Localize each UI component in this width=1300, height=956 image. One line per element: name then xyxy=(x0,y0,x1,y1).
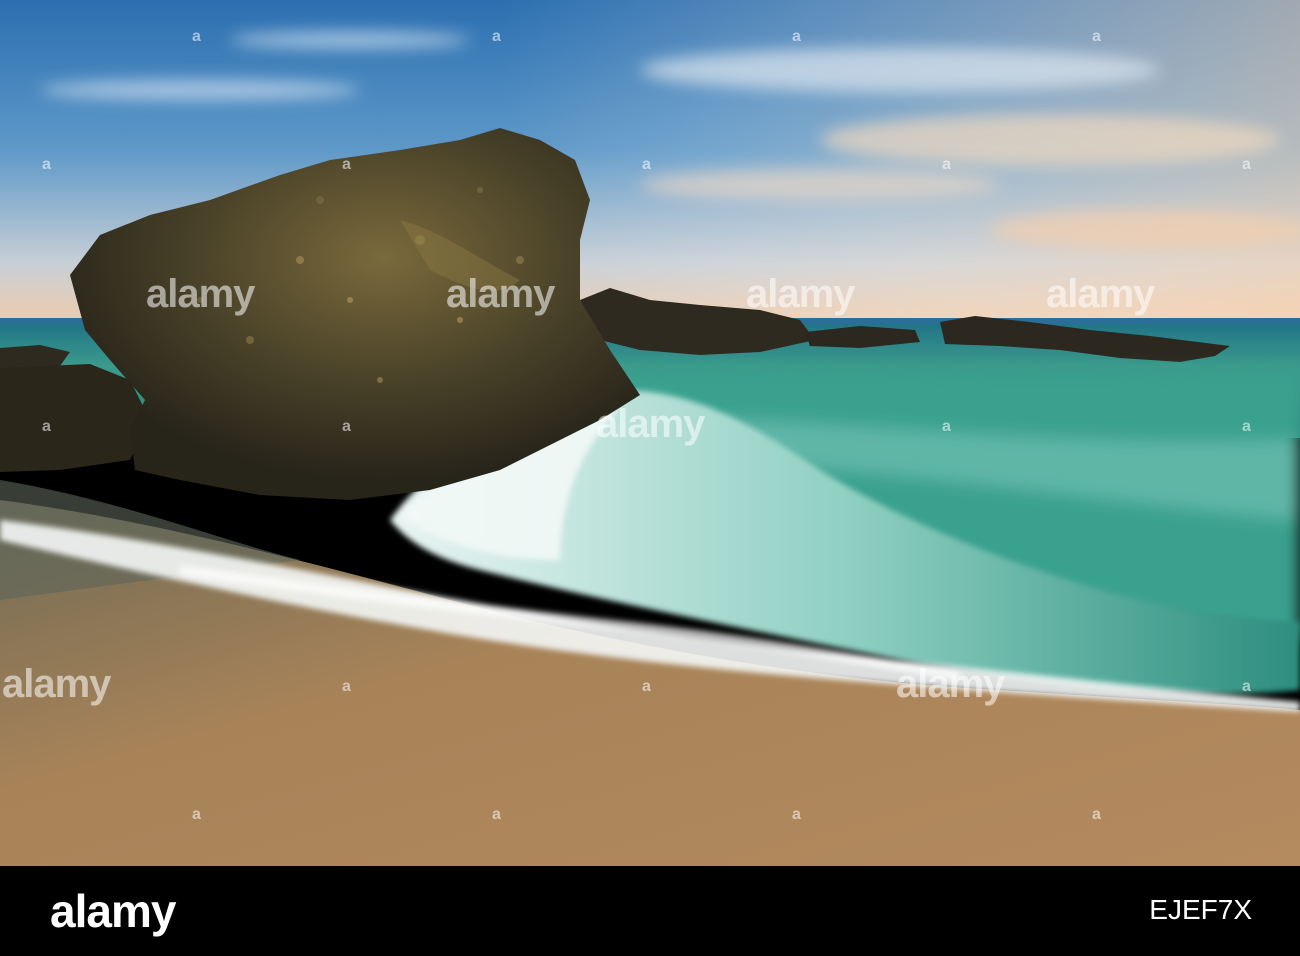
watermark-dot: a xyxy=(42,418,51,435)
watermark-dot: a xyxy=(942,418,951,435)
watermark-dot: a xyxy=(42,156,51,173)
watermark-logo: alamy xyxy=(896,662,1005,706)
watermark-dot: a xyxy=(642,678,651,695)
watermark-dot: a xyxy=(342,418,351,435)
watermark-dot: a xyxy=(192,806,201,823)
stock-photo: a a a a a a a a a alamy alamy alamy alam… xyxy=(0,0,1300,956)
watermark-dot: a xyxy=(192,28,201,45)
watermark-dot: a xyxy=(1242,418,1251,435)
watermark-dot: a xyxy=(342,156,351,173)
watermark-dot: a xyxy=(492,806,501,823)
watermark-dot: a xyxy=(1242,156,1251,173)
watermark-dot: a xyxy=(1242,678,1251,695)
watermark-dot: a xyxy=(492,28,501,45)
watermark-dot: a xyxy=(642,156,651,173)
watermark-logo: alamy xyxy=(446,272,555,316)
watermark-logo: alamy xyxy=(746,272,855,316)
watermark-dot: a xyxy=(942,156,951,173)
watermark-logo: alamy xyxy=(596,402,705,446)
beach-photo: a a a a a a a a a alamy alamy alamy alam… xyxy=(0,0,1300,866)
watermark-logo: alamy xyxy=(2,662,111,706)
watermark-dot: a xyxy=(792,28,801,45)
image-id-label: EJEF7X xyxy=(1149,894,1252,925)
watermark-logo: alamy xyxy=(146,272,255,316)
watermark-dot: a xyxy=(1092,806,1101,823)
watermark-dot: a xyxy=(792,806,801,823)
alamy-logo: alamy xyxy=(50,885,176,937)
watermark-logo: alamy xyxy=(1046,272,1155,316)
footer-bar xyxy=(0,866,1300,956)
watermark-dot: a xyxy=(342,678,351,695)
watermark-dot: a xyxy=(1092,28,1101,45)
